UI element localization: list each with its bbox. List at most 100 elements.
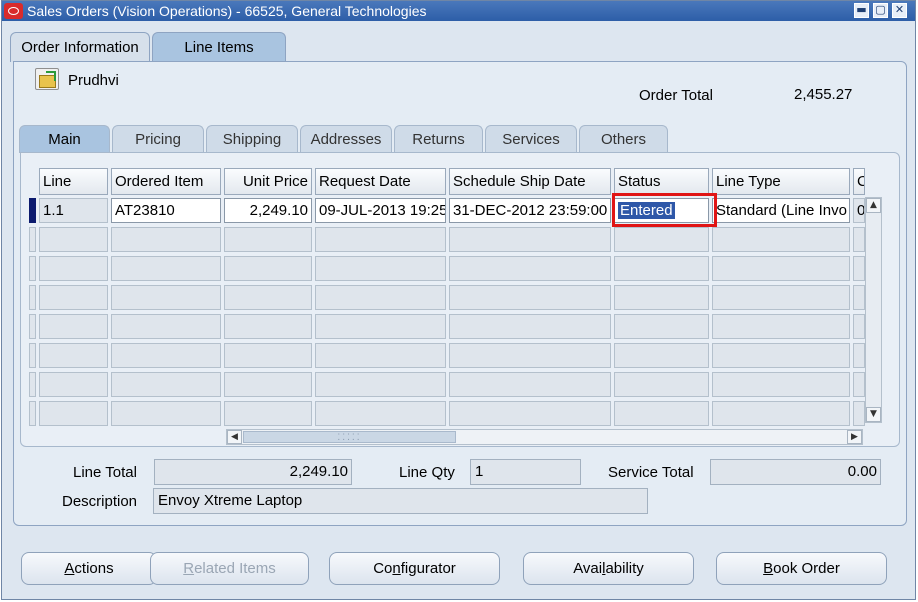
table-cell-empty[interactable] — [111, 256, 221, 281]
table-cell-empty[interactable] — [315, 343, 446, 368]
table-cell-empty[interactable] — [712, 285, 850, 310]
cell-line-type[interactable]: Standard (Line Invo — [712, 198, 850, 223]
table-cell-empty[interactable] — [39, 343, 108, 368]
table-cell-empty[interactable] — [449, 343, 611, 368]
table-cell-empty[interactable] — [224, 227, 312, 252]
table-cell-empty[interactable] — [315, 401, 446, 426]
table-cell-empty[interactable] — [315, 372, 446, 397]
line-qty-field[interactable]: 1 — [470, 459, 581, 485]
table-cell-empty[interactable] — [712, 256, 850, 281]
table-cell-empty[interactable] — [39, 372, 108, 397]
table-cell-empty[interactable] — [315, 227, 446, 252]
horizontal-scroll-thumb[interactable]: ⁚⁚⁚⁚⁚ — [243, 431, 456, 443]
row-indicator[interactable] — [29, 285, 36, 310]
scroll-right-icon[interactable]: ▶ — [847, 430, 862, 444]
cell-ordered-item[interactable]: AT23810 — [111, 198, 221, 223]
scroll-up-icon[interactable]: ▲ — [866, 198, 881, 213]
tab-order-information[interactable]: Order Information — [10, 32, 150, 62]
cell-c[interactable]: 0 — [853, 198, 865, 223]
table-cell-empty[interactable] — [224, 285, 312, 310]
tab-shipping[interactable]: Shipping — [206, 125, 298, 153]
scroll-left-icon[interactable]: ◀ — [227, 430, 242, 444]
table-cell-empty[interactable] — [111, 285, 221, 310]
table-cell-empty[interactable] — [614, 343, 709, 368]
availability-button[interactable]: Availability — [523, 552, 694, 585]
tab-addresses[interactable]: Addresses — [300, 125, 392, 153]
table-cell-empty[interactable] — [712, 372, 850, 397]
row-indicator[interactable] — [29, 401, 36, 426]
service-total-field[interactable]: 0.00 — [710, 459, 881, 485]
table-cell-empty[interactable] — [39, 314, 108, 339]
table-cell-empty[interactable] — [853, 314, 865, 339]
table-cell-empty[interactable] — [39, 401, 108, 426]
table-cell-empty[interactable] — [111, 314, 221, 339]
row-indicator[interactable] — [29, 314, 36, 339]
table-cell-empty[interactable] — [853, 372, 865, 397]
tab-main[interactable]: Main — [19, 125, 110, 153]
table-cell-empty[interactable] — [39, 256, 108, 281]
table-cell-empty[interactable] — [224, 314, 312, 339]
line-total-field[interactable]: 2,249.10 — [154, 459, 352, 485]
table-cell-empty[interactable] — [853, 401, 865, 426]
vertical-scrollbar[interactable]: ▲ ▼ — [865, 197, 882, 423]
configurator-button[interactable]: Configurator — [329, 552, 500, 585]
table-cell-empty[interactable] — [449, 256, 611, 281]
book-order-button[interactable]: Book Order — [716, 552, 887, 585]
table-cell-empty[interactable] — [853, 256, 865, 281]
table-cell-empty[interactable] — [614, 372, 709, 397]
table-cell-empty[interactable] — [853, 343, 865, 368]
table-cell-empty[interactable] — [449, 227, 611, 252]
tab-services[interactable]: Services — [485, 125, 577, 153]
table-cell-empty[interactable] — [614, 401, 709, 426]
table-cell-empty[interactable] — [39, 227, 108, 252]
table-cell-empty[interactable] — [315, 256, 446, 281]
related-items-button[interactable]: Related Items — [150, 552, 309, 585]
table-cell-empty[interactable] — [712, 227, 850, 252]
minimize-icon[interactable]: ▬ — [854, 3, 869, 18]
table-cell-empty[interactable] — [614, 314, 709, 339]
table-cell-empty[interactable] — [449, 372, 611, 397]
cell-schedule-ship-date[interactable]: 31-DEC-2012 23:59:00 — [449, 198, 611, 223]
close-icon[interactable]: ✕ — [892, 3, 907, 18]
current-row-indicator[interactable] — [29, 198, 36, 223]
row-indicator[interactable] — [29, 256, 36, 281]
tab-others[interactable]: Others — [579, 125, 668, 153]
table-cell-empty[interactable] — [224, 401, 312, 426]
table-cell-empty[interactable] — [111, 227, 221, 252]
cell-unit-price[interactable]: 2,249.10 — [224, 198, 312, 223]
tab-pricing[interactable]: Pricing — [112, 125, 204, 153]
table-cell-empty[interactable] — [224, 343, 312, 368]
table-cell-empty[interactable] — [111, 401, 221, 426]
row-indicator[interactable] — [29, 343, 36, 368]
row-indicator[interactable] — [29, 372, 36, 397]
table-cell-empty[interactable] — [614, 227, 709, 252]
table-cell-empty[interactable] — [39, 285, 108, 310]
table-cell-empty[interactable] — [315, 314, 446, 339]
row-indicator[interactable] — [29, 227, 36, 252]
folder-open-icon[interactable] — [35, 68, 59, 90]
actions-button[interactable]: Actions — [21, 552, 157, 585]
table-cell-empty[interactable] — [853, 285, 865, 310]
table-cell-empty[interactable] — [224, 372, 312, 397]
table-cell-empty[interactable] — [853, 227, 865, 252]
table-cell-empty[interactable] — [712, 343, 850, 368]
restore-icon[interactable]: ▢ — [873, 3, 888, 18]
table-cell-empty[interactable] — [712, 314, 850, 339]
table-cell-empty[interactable] — [111, 372, 221, 397]
scroll-down-icon[interactable]: ▼ — [866, 407, 881, 422]
cell-line[interactable]: 1.1 — [39, 198, 108, 223]
table-cell-empty[interactable] — [449, 285, 611, 310]
description-field[interactable]: Envoy Xtreme Laptop — [153, 488, 648, 514]
table-cell-empty[interactable] — [712, 401, 850, 426]
table-cell-empty[interactable] — [614, 256, 709, 281]
horizontal-scrollbar[interactable]: ◀ ⁚⁚⁚⁚⁚ ▶ — [226, 429, 863, 445]
table-cell-empty[interactable] — [449, 401, 611, 426]
table-cell-empty[interactable] — [111, 343, 221, 368]
cell-request-date[interactable]: 09-JUL-2013 19:25 — [315, 198, 446, 223]
table-cell-empty[interactable] — [614, 285, 709, 310]
table-cell-empty[interactable] — [315, 285, 446, 310]
tab-line-items[interactable]: Line Items — [152, 32, 286, 62]
table-cell-empty[interactable] — [449, 314, 611, 339]
tab-returns[interactable]: Returns — [394, 125, 483, 153]
table-cell-empty[interactable] — [224, 256, 312, 281]
